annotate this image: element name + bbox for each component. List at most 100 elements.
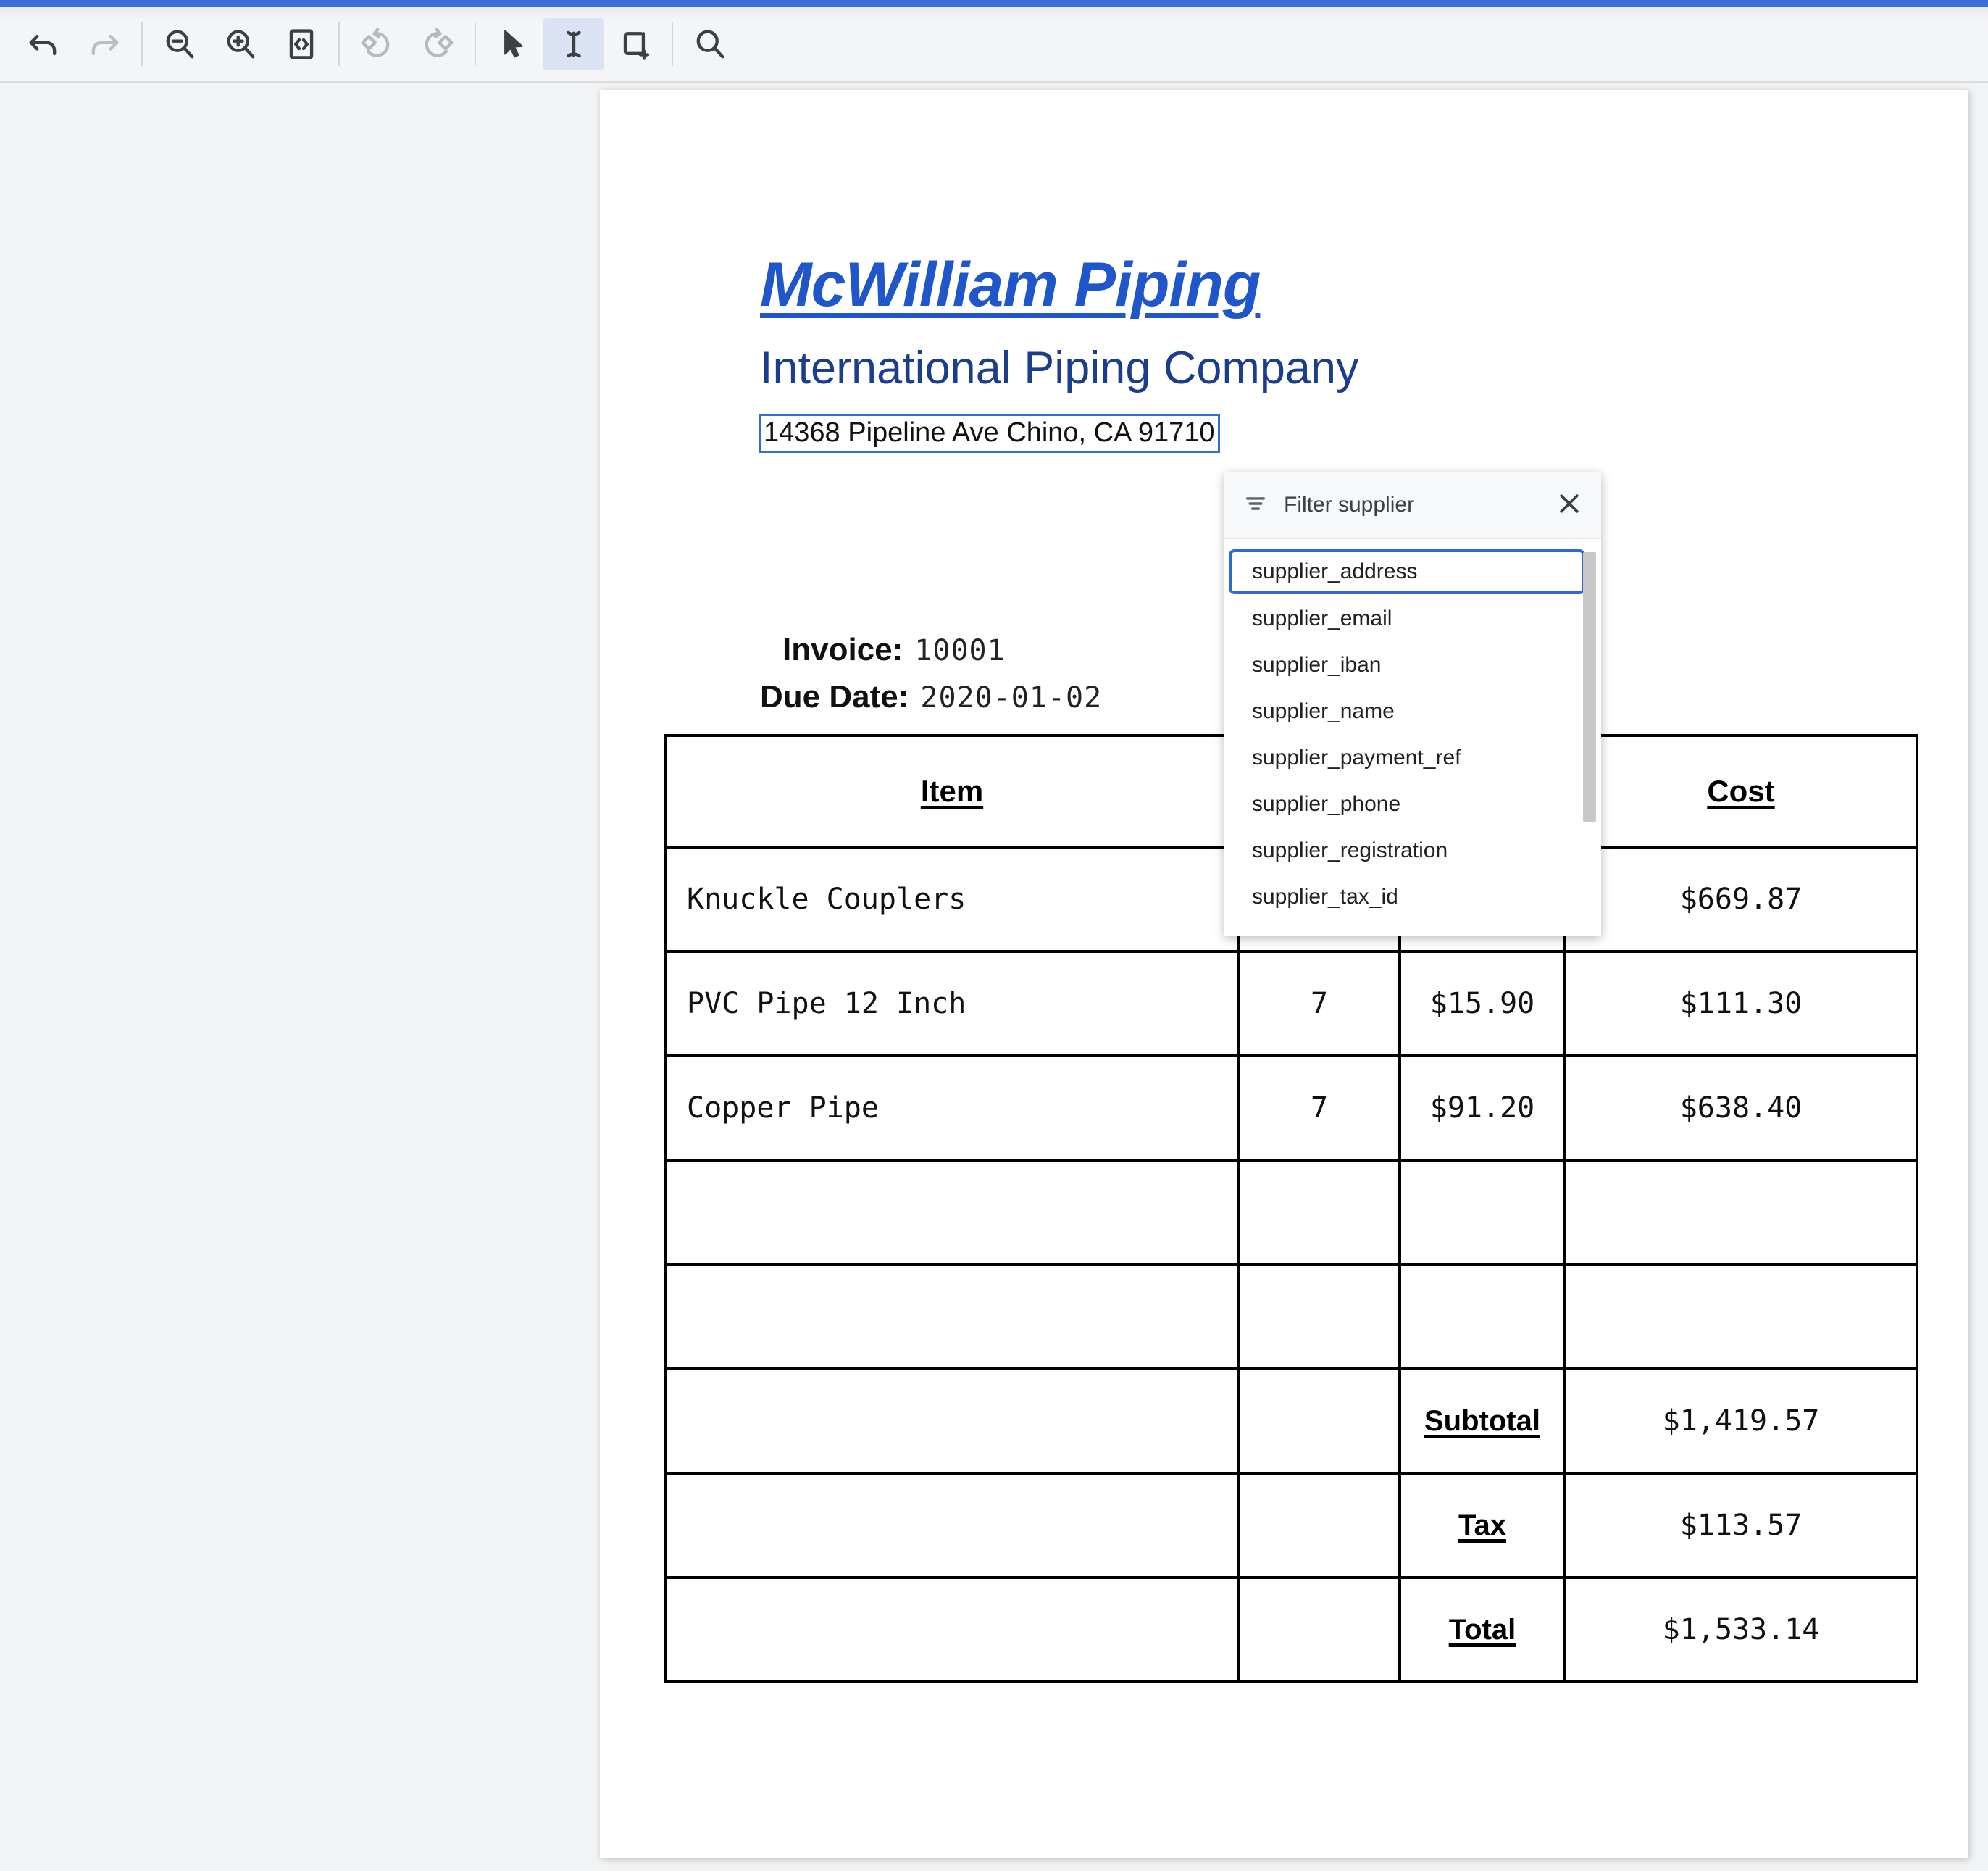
- header-label-cost: Cost: [1707, 774, 1775, 808]
- search-button[interactable]: [680, 18, 740, 70]
- cell-price[interactable]: $15.90: [1398, 950, 1566, 1057]
- filter-option-supplier-tax-id[interactable]: supplier_tax_id: [1227, 874, 1590, 920]
- cell-price[interactable]: $91.20: [1398, 1054, 1566, 1162]
- zoom-in-button[interactable]: [210, 18, 271, 70]
- filter-option-supplier-name[interactable]: supplier_name: [1227, 688, 1590, 735]
- cell-price[interactable]: [1398, 1159, 1566, 1266]
- table-totals-row[interactable]: Tax $113.57: [664, 1472, 1918, 1579]
- document-page[interactable]: McWilliam Piping International Piping Co…: [600, 90, 1968, 1858]
- cell-total-value[interactable]: $1,533.14: [1563, 1576, 1918, 1683]
- toolbar-divider: [141, 22, 143, 66]
- cell-cost-text: $638.40: [1679, 1091, 1803, 1125]
- toolbar-divider: [672, 22, 673, 66]
- cell-quantity[interactable]: 7: [1237, 950, 1401, 1057]
- text-select-tool-button[interactable]: [543, 17, 604, 70]
- cell-empty[interactable]: [664, 1576, 1240, 1683]
- cell-item-text: Knuckle Couplers: [687, 883, 966, 916]
- toolbar-group-tools: [483, 7, 665, 81]
- filter-option-supplier-payment-ref[interactable]: supplier_payment_ref: [1227, 735, 1590, 781]
- cell-item[interactable]: Copper Pipe: [664, 1054, 1240, 1162]
- rotate-right-icon: [419, 25, 456, 63]
- rotate-left-button[interactable]: [346, 18, 407, 70]
- table-totals-row[interactable]: Subtotal $1,419.57: [664, 1367, 1918, 1475]
- undo-button[interactable]: [13, 18, 74, 70]
- zoom-out-button[interactable]: [149, 18, 210, 70]
- pointer-tool-icon: [494, 25, 532, 63]
- fit-width-button[interactable]: [271, 18, 332, 70]
- table-totals-row[interactable]: Total $1,533.14: [664, 1576, 1918, 1683]
- tax-value: $113.57: [1679, 1509, 1803, 1542]
- add-region-tool-button[interactable]: [604, 18, 665, 70]
- filter-option-supplier-address[interactable]: supplier_address: [1229, 549, 1585, 594]
- total-value: $1,533.14: [1662, 1613, 1820, 1646]
- redo-button[interactable]: [74, 18, 135, 70]
- cell-empty[interactable]: [1237, 1367, 1401, 1475]
- company-address: 14368 Pipeline Ave Chino, CA 91710: [764, 417, 1215, 448]
- toolbar-group-search: [680, 7, 740, 81]
- cell-empty[interactable]: [664, 1472, 1240, 1579]
- cell-total-label[interactable]: Total: [1398, 1576, 1566, 1683]
- filter-supplier-panel[interactable]: Filter supplier supplier_address supplie…: [1224, 472, 1601, 936]
- text-select-tool-icon: [555, 25, 593, 63]
- filter-option-supplier-iban[interactable]: supplier_iban: [1227, 642, 1590, 688]
- cell-quantity[interactable]: [1237, 1263, 1401, 1370]
- cell-cost[interactable]: [1563, 1263, 1918, 1370]
- undo-icon: [25, 25, 62, 63]
- table-row[interactable]: [664, 1159, 1918, 1266]
- cell-cost[interactable]: $638.40: [1563, 1054, 1918, 1162]
- company-name: McWilliam Piping: [760, 250, 1261, 320]
- filter-option-list[interactable]: supplier_address supplier_email supplier…: [1224, 539, 1601, 936]
- invoice-label: Invoice:: [782, 632, 903, 667]
- cell-subtotal-value[interactable]: $1,419.57: [1563, 1367, 1918, 1475]
- filter-icon: [1243, 491, 1268, 520]
- toolbar: [0, 7, 1988, 83]
- table-row[interactable]: Copper Pipe 7 $91.20 $638.40: [664, 1054, 1918, 1162]
- cell-item[interactable]: [664, 1263, 1240, 1370]
- header-cell-cost: Cost: [1563, 734, 1918, 849]
- rotate-right-button[interactable]: [407, 18, 468, 70]
- filter-option-supplier-phone[interactable]: supplier_phone: [1227, 781, 1590, 828]
- tax-label: Tax: [1458, 1509, 1506, 1541]
- cell-cost[interactable]: [1563, 1159, 1918, 1266]
- cell-empty[interactable]: [1237, 1576, 1401, 1683]
- cell-item[interactable]: [664, 1159, 1240, 1266]
- top-accent-bar: [0, 0, 1988, 7]
- cell-item[interactable]: Knuckle Couplers: [664, 846, 1240, 953]
- filter-option-supplier-email[interactable]: supplier_email: [1227, 596, 1590, 642]
- toolbar-group-history: [0, 7, 135, 81]
- filter-panel-header: Filter supplier: [1224, 472, 1601, 539]
- close-icon[interactable]: [1555, 489, 1584, 522]
- filter-panel-title: Filter supplier: [1284, 493, 1415, 517]
- cell-price-text: $15.90: [1429, 987, 1535, 1020]
- pointer-tool-button[interactable]: [483, 18, 543, 70]
- cell-item-text: PVC Pipe 12 Inch: [687, 987, 966, 1020]
- cell-cost[interactable]: $111.30: [1563, 950, 1918, 1057]
- cell-subtotal-label[interactable]: Subtotal: [1398, 1367, 1566, 1475]
- filter-list-scrollbar[interactable]: [1583, 552, 1596, 822]
- cell-empty[interactable]: [664, 1367, 1240, 1475]
- redo-icon: [85, 25, 123, 63]
- table-row[interactable]: [664, 1263, 1918, 1370]
- cell-tax-value[interactable]: $113.57: [1563, 1472, 1918, 1579]
- cell-quantity[interactable]: 7: [1237, 1054, 1401, 1162]
- cell-item[interactable]: PVC Pipe 12 Inch: [664, 950, 1240, 1057]
- cell-cost-text: $669.87: [1679, 883, 1803, 916]
- zoom-out-icon: [161, 25, 199, 63]
- cell-empty[interactable]: [1237, 1472, 1401, 1579]
- cell-price-text: $91.20: [1429, 1091, 1535, 1125]
- due-date-value: 2020-01-02: [920, 681, 1103, 714]
- table-row[interactable]: PVC Pipe 12 Inch 7 $15.90 $111.30: [664, 950, 1918, 1057]
- cell-cost-text: $111.30: [1679, 987, 1803, 1020]
- company-address-highlight[interactable]: 14368 Pipeline Ave Chino, CA 91710: [759, 414, 1220, 453]
- rotate-left-icon: [358, 25, 396, 63]
- toolbar-group-rotate: [346, 7, 468, 81]
- cell-quantity[interactable]: [1237, 1159, 1401, 1266]
- filter-option-supplier-registration[interactable]: supplier_registration: [1227, 828, 1590, 874]
- total-label: Total: [1448, 1613, 1516, 1646]
- header-label-item: Item: [920, 774, 984, 808]
- toolbar-divider: [475, 22, 476, 66]
- subtotal-value: $1,419.57: [1662, 1404, 1820, 1438]
- cell-price[interactable]: [1398, 1263, 1566, 1370]
- cell-cost[interactable]: $669.87: [1563, 846, 1918, 953]
- cell-tax-label[interactable]: Tax: [1398, 1472, 1566, 1579]
